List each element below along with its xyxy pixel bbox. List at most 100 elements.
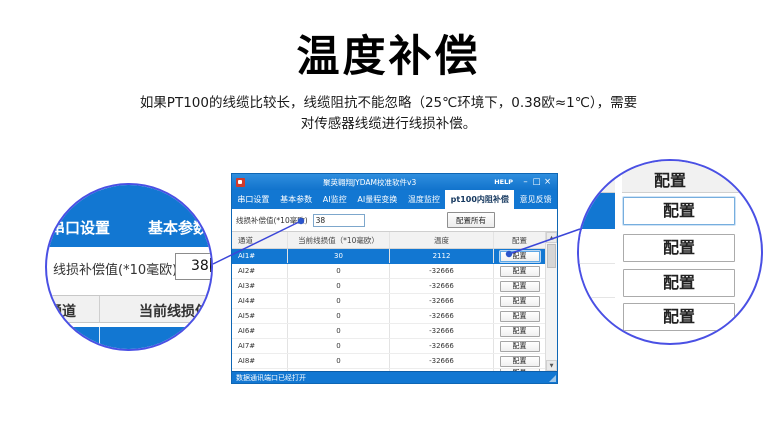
config-button[interactable]: 配置 xyxy=(500,356,540,367)
cell-temp: -32666 xyxy=(390,294,494,308)
magnified-tab-serial: 串口设置 xyxy=(50,217,110,238)
cell-temp: 2112 xyxy=(390,249,494,263)
table-row[interactable]: AI5# 0 -32666 配置 xyxy=(232,309,545,324)
app-icon xyxy=(236,178,245,187)
table-row[interactable]: AI3# 0 -32666 配置 xyxy=(232,279,545,294)
cell-channel: AI1# xyxy=(232,249,288,263)
tab-pt100-compensation[interactable]: pt100内阻补偿 xyxy=(445,190,514,209)
vertical-scrollbar[interactable]: ▲ ▼ xyxy=(545,232,557,371)
tab-bar: 串口设置 基本参数 AI监控 AI量程变换 温度监控 pt100内阻补偿 意见反… xyxy=(232,190,557,209)
cell-loss: 0 xyxy=(288,309,390,323)
resize-grip-icon[interactable] xyxy=(549,375,556,382)
help-button[interactable]: HELP xyxy=(494,178,513,186)
app-window: 聚英翱翔JYDAM校准软件v3 HELP – □ × 串口设置 基本参数 AI监… xyxy=(231,173,558,384)
scroll-up-icon[interactable]: ▲ xyxy=(546,232,557,243)
window-titlebar: 聚英翱翔JYDAM校准软件v3 HELP – □ × xyxy=(232,174,557,190)
header-loss: 当前线损值（*10毫欧） xyxy=(288,232,390,248)
table-grid: 通道 当前线损值（*10毫欧） 温度 配置 AI1# 30 2112 配置 AI… xyxy=(232,232,545,371)
subtitle-line-1: 如果PT100的线缆比较长，线缆阻抗不能忽略（25℃环境下，0.38欧≈1℃），… xyxy=(0,93,777,114)
table-row[interactable]: AI7# 0 -32666 配置 xyxy=(232,339,545,354)
config-button[interactable]: 配置 xyxy=(500,266,540,277)
config-button[interactable]: 配置 xyxy=(500,251,540,262)
page-title: 温度补偿 xyxy=(0,22,777,84)
magnified-config-button[interactable]: 配置 xyxy=(623,197,735,225)
config-button[interactable]: 配置 xyxy=(500,311,540,322)
scrollbar-thumb[interactable] xyxy=(547,244,556,268)
column-divider xyxy=(615,161,622,343)
header-channel: 通道 xyxy=(232,232,288,248)
tab-temp-monitor[interactable]: 温度监控 xyxy=(403,190,446,209)
cell-channel: AI5# xyxy=(232,309,288,323)
table-row[interactable]: AI6# 0 -32666 配置 xyxy=(232,324,545,339)
config-button[interactable]: 配置 xyxy=(500,326,540,337)
config-button[interactable]: 配置 xyxy=(500,296,540,307)
config-button[interactable]: 配置 xyxy=(500,281,540,292)
loss-compensation-input[interactable] xyxy=(313,214,365,227)
cell-temp: -32666 xyxy=(390,279,494,293)
table-header-row: 通道 当前线损值（*10毫欧） 温度 配置 xyxy=(232,232,545,249)
cell-loss: 0 xyxy=(288,324,390,338)
magnified-loss-input[interactable]: 38 xyxy=(175,253,213,280)
cell-channel: AI7# xyxy=(232,339,288,353)
scrollbar-track[interactable] xyxy=(546,269,557,360)
status-text: 数据通讯端口已经打开 xyxy=(236,373,306,383)
config-all-button[interactable]: 配置所有 xyxy=(447,212,495,228)
minimize-icon[interactable]: – xyxy=(520,175,531,189)
tab-ai-range[interactable]: AI量程变换 xyxy=(352,190,403,209)
cell-channel: AI6# xyxy=(232,324,288,338)
magnified-table-header: 通道 当前线损值 xyxy=(47,295,211,323)
config-button[interactable]: 配置 xyxy=(500,341,540,352)
cell-loss: 0 xyxy=(288,294,390,308)
cell-channel: AI8# xyxy=(232,354,288,368)
header-temp: 温度 xyxy=(390,232,494,248)
tab-ai-monitor[interactable]: AI监控 xyxy=(317,190,352,209)
magnified-tab-bar: 串口设置 基本参数 xyxy=(47,185,211,247)
column-divider xyxy=(99,296,100,322)
magnified-header-channel: 通道 xyxy=(48,301,76,321)
cell-loss: 0 xyxy=(288,264,390,278)
column-divider xyxy=(99,327,100,351)
scroll-down-icon[interactable]: ▼ xyxy=(546,360,557,371)
right-magnifier-callout: 配置 配置 配置 配置 配置 xyxy=(577,159,763,345)
subtitle-line-2: 对传感器线缆进行线损补偿。 xyxy=(0,114,777,135)
table-row[interactable]: AI2# 0 -32666 配置 xyxy=(232,264,545,279)
magnified-loss-label: 线损补偿值(*10毫欧) xyxy=(53,259,177,278)
tab-serial-settings[interactable]: 串口设置 xyxy=(232,190,275,209)
compensation-toolbar: 线损补偿值(*10毫欧) 配置所有 xyxy=(232,209,557,231)
magnified-selected-row-fragment xyxy=(579,193,615,229)
maximize-icon[interactable]: □ xyxy=(531,175,542,189)
page-subtitle: 如果PT100的线缆比较长，线缆阻抗不能忽略（25℃环境下，0.38欧≈1℃），… xyxy=(0,93,777,135)
magnified-config-button[interactable]: 配置 xyxy=(623,303,735,331)
table-row[interactable]: AI8# 0 -32666 配置 xyxy=(232,354,545,369)
cell-temp: -32666 xyxy=(390,324,494,338)
cell-channel: AI3# xyxy=(232,279,288,293)
cell-loss: 0 xyxy=(288,354,390,368)
left-magnifier-callout: 串口设置 基本参数 线损补偿值(*10毫欧) 38 通道 当前线损值 xyxy=(45,183,213,351)
cell-temp: -32666 xyxy=(390,354,494,368)
magnified-row-fragment xyxy=(579,299,615,333)
cell-loss: 0 xyxy=(288,279,390,293)
text-caret xyxy=(210,258,211,272)
tab-basic-params[interactable]: 基本参数 xyxy=(275,190,318,209)
magnified-loss-value: 38 xyxy=(191,258,209,274)
magnified-config-button[interactable]: 配置 xyxy=(623,234,735,262)
magnified-config-header: 配置 xyxy=(579,161,761,193)
tab-feedback[interactable]: 意见反馈 xyxy=(514,190,557,209)
cell-temp: -32666 xyxy=(390,339,494,353)
table-row[interactable]: AI1# 30 2112 配置 xyxy=(232,249,545,264)
cell-channel: AI2# xyxy=(232,264,288,278)
cell-loss: 30 xyxy=(288,249,390,263)
loss-input-label: 线损补偿值(*10毫欧) xyxy=(236,215,308,226)
magnified-config-button[interactable]: 配置 xyxy=(623,269,735,297)
cell-temp: -32666 xyxy=(390,309,494,323)
magnified-tab-basic: 基本参数 xyxy=(148,217,208,238)
cell-temp: -32666 xyxy=(390,264,494,278)
table-row[interactable]: AI4# 0 -32666 配置 xyxy=(232,294,545,309)
magnified-config-header-label: 配置 xyxy=(579,167,761,191)
cell-loss: 0 xyxy=(288,339,390,353)
magnified-row-fragment xyxy=(579,230,615,264)
header-config: 配置 xyxy=(494,232,545,248)
close-icon[interactable]: × xyxy=(542,175,553,189)
magnified-selected-row xyxy=(47,327,211,351)
channel-table: 通道 当前线损值（*10毫欧） 温度 配置 AI1# 30 2112 配置 AI… xyxy=(232,231,557,371)
